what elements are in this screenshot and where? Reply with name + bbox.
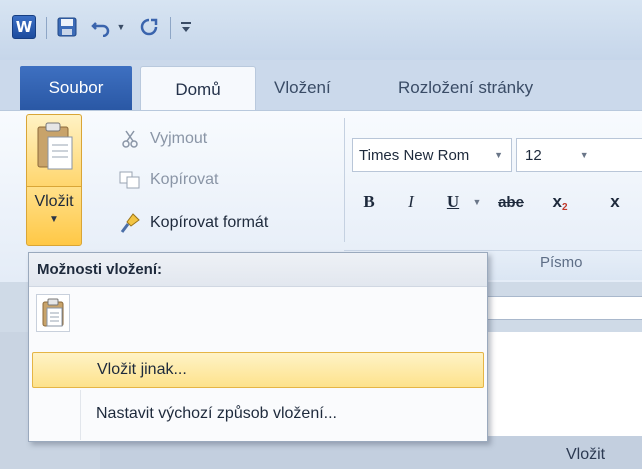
word-app-icon[interactable]: W [12, 15, 36, 39]
group-separator [344, 118, 345, 242]
font-group-label: Písmo [540, 254, 583, 271]
strikethrough-button[interactable]: abe [490, 184, 532, 220]
paste-label: Vložit [34, 193, 74, 210]
qat-separator [46, 17, 47, 39]
chevron-down-icon: ▼ [49, 214, 59, 225]
font-size-combobox[interactable]: 12 ▼ [516, 138, 642, 172]
underline-dropdown-icon[interactable]: ▼ [468, 184, 486, 220]
undo-icon[interactable] [88, 14, 114, 40]
paste-dropdown-button[interactable]: Vložit ▼ [26, 186, 82, 246]
cut-button[interactable]: Vyjmout [118, 124, 207, 154]
bold-button[interactable]: B [352, 184, 386, 220]
format-painter-label: Kopírovat formát [150, 214, 269, 231]
customize-qat-icon[interactable] [176, 14, 196, 40]
cut-label: Vyjmout [150, 130, 208, 147]
chevron-down-icon[interactable]: ▼ [494, 150, 503, 160]
subscript-button[interactable]: x2 [540, 184, 580, 220]
keep-source-formatting-icon[interactable] [36, 294, 70, 332]
save-icon[interactable] [54, 14, 80, 40]
tab-home[interactable]: Domů [140, 66, 256, 112]
copy-button[interactable]: Kopírovat [118, 165, 218, 195]
copy-label: Kopírovat [150, 171, 219, 188]
paste-button[interactable] [26, 114, 82, 186]
tab-page-layout[interactable]: Rozložení stránky [398, 66, 533, 110]
font-name-combobox[interactable]: Times New Rom ▼ [352, 138, 512, 172]
paste-special-menu-item[interactable]: Vložit jinak... [32, 352, 484, 388]
underline-button[interactable]: U [436, 184, 470, 220]
scissors-icon [118, 129, 142, 149]
paste-options-header: Možnosti vložení: [29, 253, 487, 287]
copy-icon [118, 171, 142, 189]
format-painter-button[interactable]: Kopírovat formát [118, 208, 268, 238]
subscript-main: x [552, 192, 562, 211]
redo-icon[interactable] [136, 14, 162, 40]
chevron-down-icon[interactable]: ▼ [580, 150, 589, 160]
clipboard-icon [37, 122, 73, 170]
tab-insert[interactable]: Vložení [274, 66, 331, 110]
superscript-main: x [610, 192, 620, 211]
font-name-value: Times New Rom [359, 146, 470, 164]
format-painter-icon [118, 212, 142, 234]
undo-dropdown-icon[interactable]: ▼ [114, 14, 128, 40]
subscript-sub: 2 [561, 201, 568, 213]
italic-button[interactable]: I [394, 184, 428, 220]
set-default-paste-menu-item[interactable]: Nastavit výchozí způsob vložení... [32, 396, 484, 432]
qat-separator [170, 17, 171, 39]
tab-file[interactable]: Soubor [20, 66, 132, 110]
document-text-peek: Vložit [566, 446, 606, 463]
superscript-button[interactable]: x [600, 184, 630, 220]
font-size-value: 12 [525, 146, 542, 164]
